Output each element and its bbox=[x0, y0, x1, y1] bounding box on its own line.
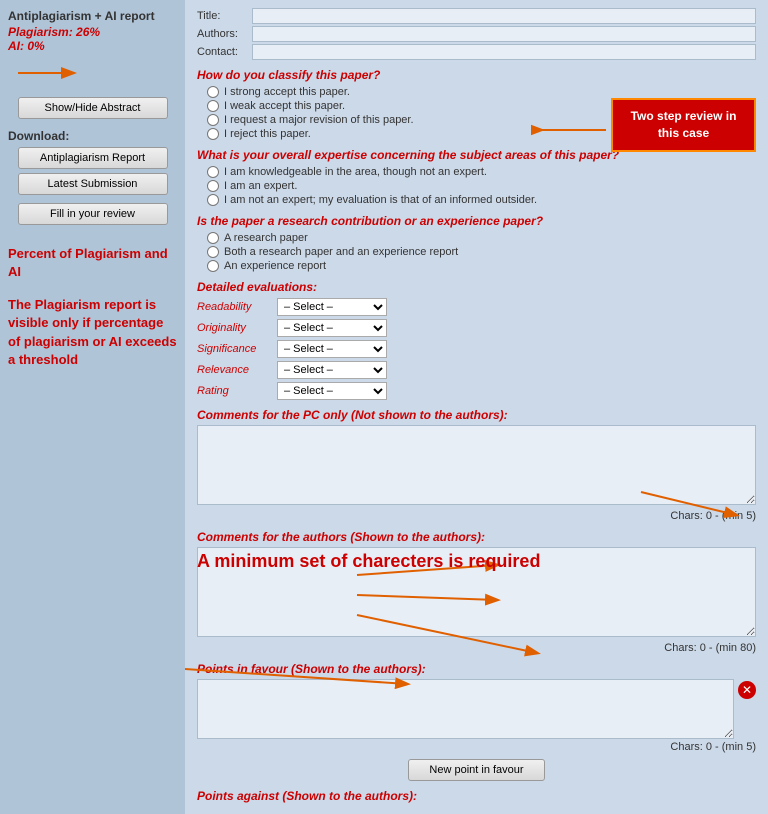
q2-option-1[interactable]: I am knowledgeable in the area, though n… bbox=[207, 166, 756, 178]
authors-value bbox=[252, 26, 756, 42]
authors-row: Authors: bbox=[197, 26, 756, 42]
eval-readability-select[interactable]: – Select – bbox=[277, 298, 387, 316]
annotation-plagiarism: Percent of Plagiarism and AI bbox=[8, 245, 177, 281]
new-point-favour-button[interactable]: New point in favour bbox=[408, 759, 544, 781]
q3-option-2[interactable]: Both a research paper and an experience … bbox=[207, 246, 756, 258]
title-label: Title: bbox=[197, 10, 252, 22]
authors-label: Authors: bbox=[197, 28, 252, 40]
evaluations-section: Detailed evaluations: Readability – Sele… bbox=[197, 280, 756, 400]
detailed-label: Detailed evaluations: bbox=[197, 280, 756, 294]
pc-chars-arrow bbox=[636, 487, 756, 522]
q2-option-2[interactable]: I am an expert. bbox=[207, 180, 756, 192]
contact-value bbox=[252, 44, 756, 60]
download-label: Download: bbox=[8, 129, 177, 143]
authors-comments-section: Comments for the authors (Shown to the a… bbox=[197, 530, 756, 654]
q2-option-3[interactable]: I am not an expert; my evaluation is tha… bbox=[207, 194, 756, 206]
eval-significance-label: Significance bbox=[197, 343, 277, 355]
eval-readability-label: Readability bbox=[197, 301, 277, 313]
eval-originality-select[interactable]: – Select – bbox=[277, 319, 387, 337]
meta-section: Title: Authors: Contact: bbox=[197, 8, 756, 60]
eval-originality-row: Originality – Select – bbox=[197, 319, 756, 337]
pc-chars-row: Chars: 0 - (min 5) bbox=[197, 510, 756, 522]
eval-rating-select[interactable]: – Select – bbox=[277, 382, 387, 400]
points-against-section: Points against (Shown to the authors): bbox=[197, 789, 756, 803]
points-favour-wrapper: ✕ bbox=[197, 679, 756, 739]
eval-significance-row: Significance – Select – bbox=[197, 340, 756, 358]
two-step-review-annotation: Two step review in this case bbox=[611, 98, 756, 152]
eval-readability-row: Readability – Select – bbox=[197, 298, 756, 316]
pc-comments-section: Comments for the PC only (Not shown to t… bbox=[197, 408, 756, 522]
two-step-arrow bbox=[531, 110, 611, 150]
title-row: Title: bbox=[197, 8, 756, 24]
latest-submission-button[interactable]: Latest Submission bbox=[18, 173, 168, 195]
q2-section: What is your overall expertise concernin… bbox=[197, 148, 756, 206]
eval-relevance-label: Relevance bbox=[197, 364, 277, 376]
q3-option-1[interactable]: A research paper bbox=[207, 232, 756, 244]
sidebar-title: Antiplagiarism + AI report bbox=[8, 8, 177, 25]
antiplagiarism-report-button[interactable]: Antiplagiarism Report bbox=[18, 147, 168, 169]
ai-label: AI: 0% bbox=[8, 39, 45, 53]
q1-section: How do you classify this paper? I strong… bbox=[197, 68, 756, 140]
contact-row: Contact: bbox=[197, 44, 756, 60]
eval-rating-row: Rating – Select – bbox=[197, 382, 756, 400]
points-favour-row: ✕ bbox=[197, 679, 756, 739]
plagiarism-info: Plagiarism: 26% AI: 0% bbox=[8, 25, 177, 53]
authors-comments-label: Comments for the authors (Shown to the a… bbox=[197, 530, 756, 544]
title-value bbox=[252, 8, 756, 24]
eval-significance-select[interactable]: – Select – bbox=[277, 340, 387, 358]
authors-chars-info: Chars: 0 - (min 80) bbox=[197, 642, 756, 654]
q3-section: Is the paper a research contribution or … bbox=[197, 214, 756, 272]
eval-relevance-select[interactable]: – Select – bbox=[277, 361, 387, 379]
eval-rating-label: Rating bbox=[197, 385, 277, 397]
min-chars-annotation: A minimum set of charecters is required bbox=[197, 550, 540, 573]
q3-option-3[interactable]: An experience report bbox=[207, 260, 756, 272]
contact-label: Contact: bbox=[197, 46, 252, 58]
q1-option-1[interactable]: I strong accept this paper. bbox=[207, 86, 756, 98]
plagiarism-arrow bbox=[8, 53, 88, 93]
annotation-threshold: The Plagiarism report is visible only if… bbox=[8, 296, 177, 369]
pc-comments-label: Comments for the PC only (Not shown to t… bbox=[197, 408, 756, 422]
points-favour-section: Points in favour (Shown to the authors):… bbox=[197, 662, 756, 781]
fill-review-button[interactable]: Fill in your review bbox=[18, 203, 168, 225]
q3-label: Is the paper a research contribution or … bbox=[197, 214, 756, 228]
main-content: Title: Authors: Contact: How do you clas… bbox=[185, 0, 768, 814]
eval-relevance-row: Relevance – Select – bbox=[197, 361, 756, 379]
show-hide-abstract-button[interactable]: Show/Hide Abstract bbox=[18, 97, 168, 119]
sidebar: Antiplagiarism + AI report Plagiarism: 2… bbox=[0, 0, 185, 814]
points-favour-textarea[interactable] bbox=[197, 679, 734, 739]
delete-favour-button[interactable]: ✕ bbox=[738, 681, 756, 699]
points-favour-label: Points in favour (Shown to the authors): bbox=[197, 662, 756, 676]
eval-originality-label: Originality bbox=[197, 322, 277, 334]
points-against-label: Points against (Shown to the authors): bbox=[197, 789, 756, 803]
favour-chars-info: Chars: 0 - (min 5) bbox=[197, 741, 756, 753]
plagiarism-label: Plagiarism: 26% bbox=[8, 25, 100, 39]
two-step-review-box: Two step review in this case bbox=[611, 98, 756, 152]
q1-label: How do you classify this paper? bbox=[197, 68, 756, 82]
